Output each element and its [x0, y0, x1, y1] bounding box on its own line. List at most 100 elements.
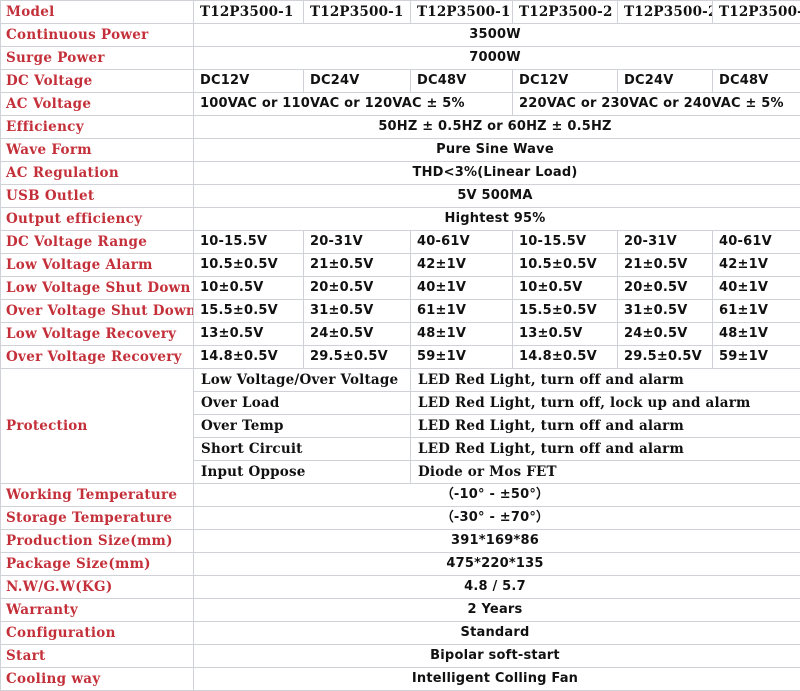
table-row-ac-voltage: AC Voltage 100VAC or 110VAC or 120VAC ± … — [1, 93, 800, 116]
row-label-efficiency: Efficiency — [1, 116, 194, 139]
low-voltage-alarm-value-2: 21±0.5V — [304, 254, 411, 277]
efficiency-value: 50HZ ± 0.5HZ or 60HZ ± 0.5HZ — [194, 116, 800, 139]
over-voltage-shut-down-value-4: 15.5±0.5V — [513, 300, 618, 323]
warranty-value: 2 Years — [194, 599, 800, 622]
cooling-way-value: Intelligent Colling Fan — [194, 668, 800, 691]
low-voltage-recovery-value-4: 13±0.5V — [513, 323, 618, 346]
model-value-3: T12P3500-1 — [411, 1, 513, 24]
protection-key-2: Over Load — [194, 392, 411, 415]
table-row-over-voltage-shut-down: Over Voltage Shut Down 15.5±0.5V 31±0.5V… — [1, 300, 800, 323]
table-row-package-size: Package Size(mm) 475*220*135 — [1, 553, 800, 576]
table-row-surge-power: Surge Power 7000W — [1, 47, 800, 70]
ac-regulation-value: THD<3%(Linear Load) — [194, 162, 800, 185]
dc-voltage-range-value-3: 40-61V — [411, 231, 513, 254]
over-voltage-recovery-value-5: 29.5±0.5V — [618, 346, 713, 369]
row-label-dc-voltage-range: DC Voltage Range — [1, 231, 194, 254]
over-voltage-shut-down-value-2: 31±0.5V — [304, 300, 411, 323]
protection-key-1: Low Voltage/Over Voltage — [194, 369, 411, 392]
row-label-protection: Protection — [1, 369, 194, 484]
row-label-low-voltage-shut-down: Low Voltage Shut Down — [1, 277, 194, 300]
low-voltage-recovery-value-3: 48±1V — [411, 323, 513, 346]
table-row-output-efficiency: Output efficiency Hightest 95% — [1, 208, 800, 231]
model-value-1: T12P3500-1 — [194, 1, 304, 24]
low-voltage-shut-down-value-5: 20±0.5V — [618, 277, 713, 300]
row-label-low-voltage-alarm: Low Voltage Alarm — [1, 254, 194, 277]
table-row-production-size: Production Size(mm) 391*169*86 — [1, 530, 800, 553]
weight-value: 4.8 / 5.7 — [194, 576, 800, 599]
start-value: Bipolar soft-start — [194, 645, 800, 668]
package-size-value: 475*220*135 — [194, 553, 800, 576]
over-voltage-shut-down-value-3: 61±1V — [411, 300, 513, 323]
row-label-configuration: Configuration — [1, 622, 194, 645]
table-row-over-voltage-recovery: Over Voltage Recovery 14.8±0.5V 29.5±0.5… — [1, 346, 800, 369]
protection-value-1: LED Red Light, turn off and alarm — [411, 369, 800, 392]
low-voltage-alarm-value-3: 42±1V — [411, 254, 513, 277]
over-voltage-recovery-value-3: 59±1V — [411, 346, 513, 369]
dc-voltage-range-value-4: 10-15.5V — [513, 231, 618, 254]
low-voltage-recovery-value-2: 24±0.5V — [304, 323, 411, 346]
table-row-ac-regulation: AC Regulation THD<3%(Linear Load) — [1, 162, 800, 185]
table-row-cooling-way: Cooling way Intelligent Colling Fan — [1, 668, 800, 691]
row-label-model: Model — [1, 1, 194, 24]
protection-value-4: LED Red Light, turn off and alarm — [411, 438, 800, 461]
protection-key-4: Short Circuit — [194, 438, 411, 461]
low-voltage-shut-down-value-1: 10±0.5V — [194, 277, 304, 300]
table-row-usb-outlet: USB Outlet 5V 500MA — [1, 185, 800, 208]
production-size-value: 391*169*86 — [194, 530, 800, 553]
table-row-continuous-power: Continuous Power 3500W — [1, 24, 800, 47]
surge-power-value: 7000W — [194, 47, 800, 70]
row-label-cooling-way: Cooling way — [1, 668, 194, 691]
dc-voltage-range-value-2: 20-31V — [304, 231, 411, 254]
protection-key-3: Over Temp — [194, 415, 411, 438]
dc-voltage-value-2: DC24V — [304, 70, 411, 93]
wave-form-value: Pure Sine Wave — [194, 139, 800, 162]
protection-value-3: LED Red Light, turn off and alarm — [411, 415, 800, 438]
row-label-continuous-power: Continuous Power — [1, 24, 194, 47]
row-label-package-size: Package Size(mm) — [1, 553, 194, 576]
table-row-configuration: Configuration Standard — [1, 622, 800, 645]
low-voltage-alarm-value-6: 42±1V — [713, 254, 800, 277]
model-value-4: T12P3500-2 — [513, 1, 618, 24]
low-voltage-recovery-value-6: 48±1V — [713, 323, 800, 346]
dc-voltage-value-1: DC12V — [194, 70, 304, 93]
model-value-5: T12P3500-2 — [618, 1, 713, 24]
protection-key-5: Input Oppose — [194, 461, 411, 484]
row-label-warranty: Warranty — [1, 599, 194, 622]
row-label-start: Start — [1, 645, 194, 668]
table-row-low-voltage-recovery: Low Voltage Recovery 13±0.5V 24±0.5V 48±… — [1, 323, 800, 346]
table-row-dc-voltage-range: DC Voltage Range 10-15.5V 20-31V 40-61V … — [1, 231, 800, 254]
over-voltage-shut-down-value-6: 61±1V — [713, 300, 800, 323]
table-row-low-voltage-shut-down: Low Voltage Shut Down 10±0.5V 20±0.5V 40… — [1, 277, 800, 300]
continuous-power-value: 3500W — [194, 24, 800, 47]
over-voltage-recovery-value-4: 14.8±0.5V — [513, 346, 618, 369]
low-voltage-alarm-value-5: 21±0.5V — [618, 254, 713, 277]
working-temperature-value: （-10° - ±50°） — [194, 484, 800, 507]
table-row-efficiency: Efficiency 50HZ ± 0.5HZ or 60HZ ± 0.5HZ — [1, 116, 800, 139]
configuration-value: Standard — [194, 622, 800, 645]
protection-value-5: Diode or Mos FET — [411, 461, 800, 484]
table-row-warranty: Warranty 2 Years — [1, 599, 800, 622]
table-row-working-temperature: Working Temperature （-10° - ±50°） — [1, 484, 800, 507]
row-label-ac-voltage: AC Voltage — [1, 93, 194, 116]
row-label-usb-outlet: USB Outlet — [1, 185, 194, 208]
ac-voltage-value-left: 100VAC or 110VAC or 120VAC ± 5% — [194, 93, 513, 116]
table-row-protection-1: Protection Low Voltage/Over Voltage LED … — [1, 369, 800, 392]
table-row-start: Start Bipolar soft-start — [1, 645, 800, 668]
table-row-storage-temperature: Storage Temperature （-30° - ±70°） — [1, 507, 800, 530]
low-voltage-shut-down-value-6: 40±1V — [713, 277, 800, 300]
low-voltage-shut-down-value-4: 10±0.5V — [513, 277, 618, 300]
table-row-wave-form: Wave Form Pure Sine Wave — [1, 139, 800, 162]
dc-voltage-value-5: DC24V — [618, 70, 713, 93]
protection-value-2: LED Red Light, turn off, lock up and ala… — [411, 392, 800, 415]
output-efficiency-value: Hightest 95% — [194, 208, 800, 231]
table-row-model: Model T12P3500-1 T12P3500-1 T12P3500-1 T… — [1, 1, 800, 24]
usb-outlet-value: 5V 500MA — [194, 185, 800, 208]
table-row-weight: N.W/G.W(KG) 4.8 / 5.7 — [1, 576, 800, 599]
specification-table: Model T12P3500-1 T12P3500-1 T12P3500-1 T… — [0, 0, 800, 691]
row-label-weight: N.W/G.W(KG) — [1, 576, 194, 599]
dc-voltage-value-4: DC12V — [513, 70, 618, 93]
over-voltage-recovery-value-2: 29.5±0.5V — [304, 346, 411, 369]
over-voltage-recovery-value-1: 14.8±0.5V — [194, 346, 304, 369]
low-voltage-shut-down-value-3: 40±1V — [411, 277, 513, 300]
row-label-wave-form: Wave Form — [1, 139, 194, 162]
